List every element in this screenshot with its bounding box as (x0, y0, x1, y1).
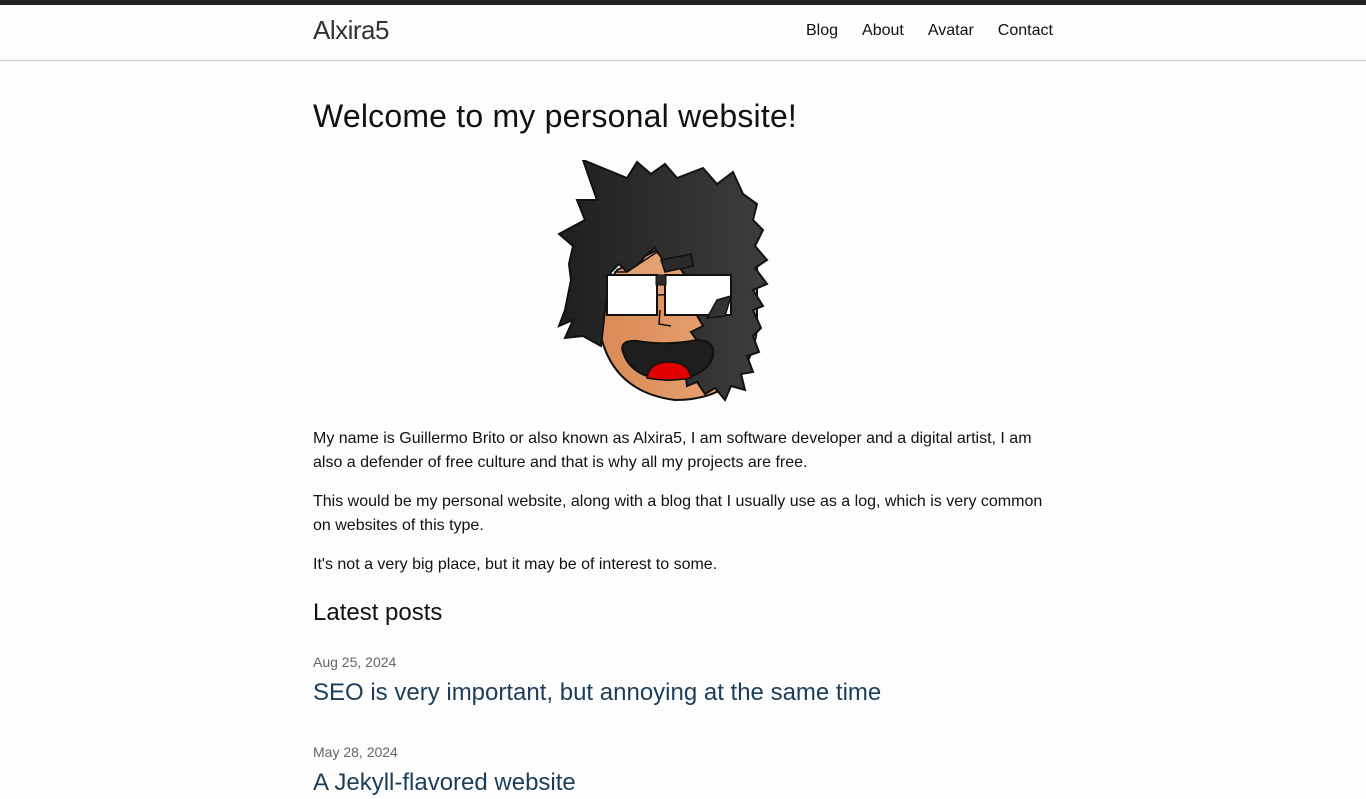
intro-paragraph: My name is Guillermo Brito or also known… (313, 430, 1032, 471)
post-date: May 28, 2024 (313, 744, 398, 760)
intro-paragraph: It's not a very big place, but it may be… (313, 556, 718, 573)
avatar-image (557, 160, 769, 402)
nav-about[interactable]: About (862, 22, 904, 40)
post-title-link[interactable]: SEO is very important, but annoying at t… (313, 677, 1053, 709)
nav-blog[interactable]: Blog (806, 22, 838, 40)
main-content: Welcome to my personal website! My name … (313, 62, 1053, 799)
post-list: Aug 25, 2024 SEO is very important, but … (313, 653, 1053, 799)
post-date: Aug 25, 2024 (313, 654, 397, 670)
site-title-link[interactable]: Alxira5 (313, 15, 389, 46)
list-item: Aug 25, 2024 SEO is very important, but … (313, 653, 1053, 709)
main-nav: Blog About Avatar Contact (806, 22, 1053, 40)
latest-posts-heading: Latest posts (313, 599, 443, 626)
site-header: Alxira5 Blog About Avatar Contact (0, 5, 1366, 61)
nav-contact[interactable]: Contact (998, 22, 1053, 40)
list-item: May 28, 2024 A Jekyll-flavored website (313, 743, 1053, 799)
post-title-link[interactable]: A Jekyll-flavored website (313, 767, 1053, 799)
avatar-illustration (313, 160, 1053, 405)
glasses-left-lens (606, 274, 658, 316)
intro-paragraph: This would be my personal website, along… (313, 493, 1043, 534)
page-heading: Welcome to my personal website! (313, 98, 798, 134)
nav-avatar[interactable]: Avatar (928, 22, 974, 40)
